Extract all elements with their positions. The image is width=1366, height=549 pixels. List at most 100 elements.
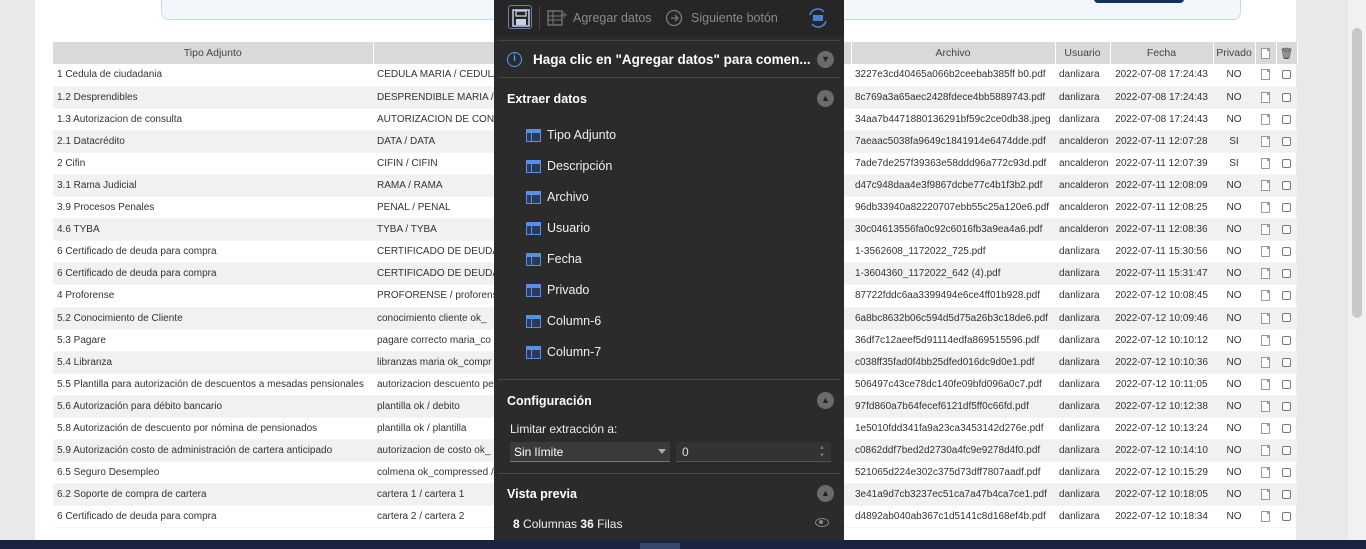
cell-archivo[interactable]: 7aeaac5038fa9649c1841914e6474dde.pdf xyxy=(851,130,1055,153)
cell-select[interactable] xyxy=(1276,373,1297,396)
document-icon[interactable] xyxy=(1261,445,1270,457)
cell-select[interactable] xyxy=(1276,64,1297,87)
document-icon[interactable] xyxy=(1261,378,1270,390)
cell-doc[interactable] xyxy=(1255,505,1276,529)
cell-doc[interactable] xyxy=(1255,439,1276,463)
document-icon[interactable] xyxy=(1261,312,1270,324)
cell-archivo[interactable]: 34aa7b4471880136291bf59c2ce0db38.jpeg xyxy=(851,108,1055,131)
cell-doc[interactable] xyxy=(1255,461,1276,485)
cell-select[interactable] xyxy=(1276,174,1297,198)
document-icon[interactable] xyxy=(1261,157,1270,169)
cell-doc[interactable] xyxy=(1255,307,1276,330)
cell-select[interactable] xyxy=(1276,417,1297,441)
row-checkbox[interactable] xyxy=(1282,92,1291,102)
row-checkbox[interactable] xyxy=(1282,357,1291,367)
cell-select[interactable] xyxy=(1276,395,1297,419)
cell-doc[interactable] xyxy=(1255,152,1276,175)
document-icon[interactable] xyxy=(1261,356,1270,368)
extract-field-item[interactable]: Fecha xyxy=(526,252,582,266)
cell-select[interactable] xyxy=(1276,108,1297,131)
cell-select[interactable] xyxy=(1276,240,1297,264)
row-checkbox[interactable] xyxy=(1282,180,1291,190)
cell-select[interactable] xyxy=(1276,439,1297,463)
cell-doc[interactable] xyxy=(1255,483,1276,507)
cell-doc[interactable] xyxy=(1255,64,1276,87)
row-checkbox[interactable] xyxy=(1282,490,1291,500)
col-header-usuario[interactable]: Usuario xyxy=(1055,42,1111,64)
document-icon[interactable] xyxy=(1261,489,1270,501)
cell-select[interactable] xyxy=(1276,483,1297,507)
chevron-down-icon[interactable]: ▼ xyxy=(817,51,834,68)
cell-doc[interactable] xyxy=(1255,329,1276,352)
cell-doc[interactable] xyxy=(1255,373,1276,396)
col-header-archivo[interactable]: Archivo xyxy=(851,42,1056,64)
add-data-button[interactable]: + Agregar datos xyxy=(547,9,652,27)
trash-icon[interactable]: 🗑 xyxy=(1280,48,1294,60)
document-icon[interactable] xyxy=(1261,400,1270,412)
cell-select[interactable] xyxy=(1276,307,1297,330)
row-checkbox[interactable] xyxy=(1282,401,1291,411)
cell-doc[interactable] xyxy=(1255,196,1276,220)
cell-select[interactable] xyxy=(1276,196,1297,220)
refresh-button[interactable] xyxy=(806,7,830,34)
row-checkbox[interactable] xyxy=(1282,335,1291,345)
cell-select[interactable] xyxy=(1276,284,1297,308)
row-checkbox[interactable] xyxy=(1282,202,1291,212)
cell-archivo[interactable]: d4892ab040ab367c1d5141c8d168ef4b.pdf xyxy=(851,505,1055,529)
col-header-fecha[interactable]: Fecha xyxy=(1110,42,1214,64)
cell-archivo[interactable]: 1e5010fdd341fa9a23ca3453142d276e.pdf xyxy=(851,417,1055,441)
cell-archivo[interactable]: 97fd860a7b64fecef6121df5ff0c66fd.pdf xyxy=(851,395,1055,419)
cell-archivo[interactable]: 30c04613556fa0c92c6016fb3a9ea4a6.pdf xyxy=(851,218,1055,242)
chevron-up-icon[interactable]: ▲ xyxy=(817,485,834,502)
cell-archivo[interactable]: 3227e3cd40465a066b2ceebab385ff b0.pdf xyxy=(851,64,1055,87)
cell-archivo[interactable]: 96db33940a82220707ebb55c25a120e6.pdf xyxy=(851,196,1055,220)
extract-field-item[interactable]: Privado xyxy=(526,283,589,297)
page-scrollbar[interactable] xyxy=(1348,0,1366,540)
cell-doc[interactable] xyxy=(1255,108,1276,131)
action-button[interactable] xyxy=(1094,0,1184,3)
next-button-selector[interactable]: Siguiente botón xyxy=(665,9,778,27)
scrollbar-thumb[interactable] xyxy=(1352,28,1362,318)
row-checkbox[interactable] xyxy=(1282,423,1291,433)
col-header-privado[interactable]: Privado xyxy=(1213,42,1256,64)
row-checkbox[interactable] xyxy=(1282,379,1291,389)
cell-archivo[interactable]: 521065d224e302c375d73dff7807aadf.pdf xyxy=(851,461,1055,485)
chevron-up-icon[interactable]: ▲ xyxy=(817,90,834,107)
extract-field-item[interactable]: Archivo xyxy=(526,190,589,204)
row-checkbox[interactable] xyxy=(1282,114,1291,124)
extract-field-item[interactable]: Column-6 xyxy=(526,314,601,328)
cell-archivo[interactable]: 6a8bc8632b06c594d5d75a26b3c18de6.pdf xyxy=(851,307,1055,330)
taskbar-item[interactable] xyxy=(640,543,680,549)
cell-doc[interactable] xyxy=(1255,130,1276,153)
cell-select[interactable] xyxy=(1276,262,1297,286)
row-checkbox[interactable] xyxy=(1282,313,1291,323)
cell-doc[interactable] xyxy=(1255,174,1276,198)
cell-doc[interactable] xyxy=(1255,262,1276,286)
document-icon[interactable] xyxy=(1261,290,1270,302)
document-icon[interactable] xyxy=(1261,91,1270,103)
extract-field-item[interactable]: Usuario xyxy=(526,221,590,235)
cell-select[interactable] xyxy=(1276,505,1297,529)
cell-archivo[interactable]: 7ade7de257f39363e58ddd96a772c93d.pdf xyxy=(851,152,1055,175)
document-icon[interactable] xyxy=(1261,268,1270,280)
cell-doc[interactable] xyxy=(1255,284,1276,308)
cell-archivo[interactable]: 1-3562608_1172022_725.pdf xyxy=(851,240,1055,264)
extract-field-item[interactable]: Column-7 xyxy=(526,345,601,359)
chevron-up-icon[interactable]: ▲ xyxy=(817,392,834,409)
document-icon[interactable] xyxy=(1261,202,1270,214)
document-icon[interactable] xyxy=(1261,511,1270,523)
col-header-delete[interactable]: 🗑 xyxy=(1276,42,1298,64)
row-checkbox[interactable] xyxy=(1282,291,1291,301)
cell-archivo[interactable]: 3e41a9d7cb3237ec51ca7a47b4ca7ce1.pdf xyxy=(851,483,1055,507)
cell-archivo[interactable]: 1-3604360_1172022_642 (4).pdf xyxy=(851,262,1055,286)
cell-doc[interactable] xyxy=(1255,417,1276,441)
document-icon[interactable] xyxy=(1261,422,1270,434)
cell-archivo[interactable]: 506497c43ce78dc140fe09bfd096a0c7.pdf xyxy=(851,373,1055,396)
row-checkbox[interactable] xyxy=(1282,269,1291,279)
extract-field-item[interactable]: Descripción xyxy=(526,159,612,173)
document-icon[interactable] xyxy=(1261,334,1270,346)
limit-number-input[interactable]: 0 ▲ ▼ xyxy=(676,442,831,462)
cell-archivo[interactable]: 8c769a3a65aec2428fdece4bb5889743.pdf xyxy=(851,86,1055,109)
row-checkbox[interactable] xyxy=(1282,468,1291,478)
cell-doc[interactable] xyxy=(1255,218,1276,242)
